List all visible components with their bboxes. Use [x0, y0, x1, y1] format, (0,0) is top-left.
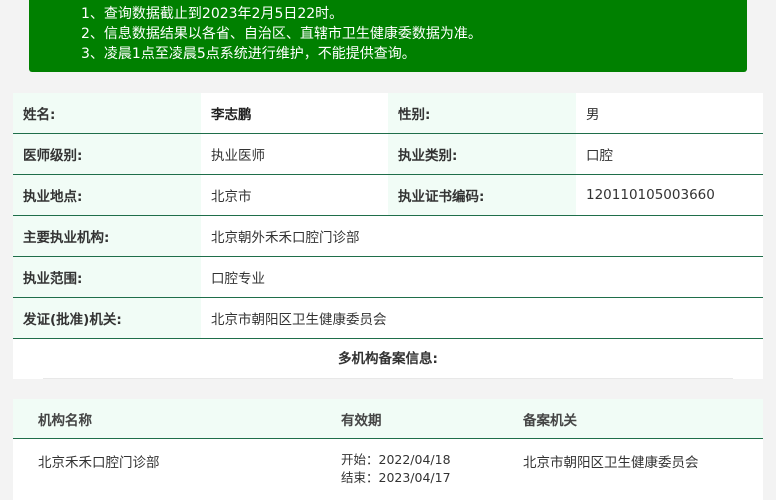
category-label: 执业类别: — [388, 134, 576, 174]
multi-org-table: 机构名称 有效期 备案机关 北京禾禾口腔门诊部 开始：2022/04/18 结束… — [13, 399, 763, 500]
org-label: 主要执业机构: — [13, 216, 201, 256]
scope-label: 执业范围: — [13, 257, 201, 297]
header-org-name: 机构名称 — [38, 412, 92, 429]
doctor-info-table: 姓名: 李志鹏 性别: 男 医师级别: 执业医师 执业类别: 口腔 执业地点: … — [13, 93, 763, 339]
name-label: 姓名: — [13, 93, 201, 133]
level-label: 医师级别: — [13, 134, 201, 174]
info-row-level: 医师级别: 执业医师 执业类别: 口腔 — [13, 134, 763, 175]
section-divider — [43, 378, 733, 379]
info-row-name: 姓名: 李志鹏 性别: 男 — [13, 93, 763, 134]
gender-label: 性别: — [388, 93, 576, 133]
level-value: 执业医师 — [201, 134, 388, 174]
row-org-name: 北京禾禾口腔门诊部 — [38, 455, 160, 471]
cert-label: 执业证书编码: — [388, 175, 576, 215]
notice-line-2: 2、信息数据结果以各省、自治区、直辖市卫生健康委数据为准。 — [81, 26, 482, 42]
row-validity-end: 结束：2023/04/17 — [341, 470, 451, 485]
authority-value: 北京市朝阳区卫生健康委员会 — [201, 298, 763, 338]
table-row: 北京禾禾口腔门诊部 开始：2022/04/18 结束：2023/04/17 北京… — [13, 439, 763, 499]
cert-value: 120110105003660 — [576, 175, 763, 215]
multi-org-section-title: 多机构备案信息: — [13, 339, 763, 379]
row-authority: 北京市朝阳区卫生健康委员会 — [523, 455, 699, 471]
gender-value: 男 — [576, 93, 763, 133]
info-row-org: 主要执业机构: 北京朝外禾禾口腔门诊部 — [13, 216, 763, 257]
info-row-scope: 执业范围: 口腔专业 — [13, 257, 763, 298]
location-value: 北京市 — [201, 175, 388, 215]
header-authority: 备案机关 — [523, 412, 577, 429]
name-value: 李志鹏 — [201, 93, 388, 133]
org-value: 北京朝外禾禾口腔门诊部 — [201, 216, 763, 256]
header-validity: 有效期 — [341, 412, 382, 429]
multi-org-title-text: 多机构备案信息: — [338, 351, 438, 367]
row-validity-start: 开始：2022/04/18 — [341, 452, 451, 467]
location-label: 执业地点: — [13, 175, 201, 215]
notice-line-1: 1、查询数据截止到2023年2月5日22时。 — [81, 6, 344, 22]
row-validity: 开始：2022/04/18 结束：2023/04/17 — [341, 439, 523, 499]
notice-line-3: 3、凌晨1点至凌晨5点系统进行维护，不能提供查询。 — [81, 46, 416, 62]
authority-label: 发证(批准)机关: — [13, 298, 201, 338]
category-value: 口腔 — [576, 134, 763, 174]
info-row-authority: 发证(批准)机关: 北京市朝阳区卫生健康委员会 — [13, 298, 763, 339]
notice-banner: 1、查询数据截止到2023年2月5日22时。 2、信息数据结果以各省、自治区、直… — [29, 0, 747, 72]
info-row-location: 执业地点: 北京市 执业证书编码: 120110105003660 — [13, 175, 763, 216]
scope-value: 口腔专业 — [201, 257, 763, 297]
multi-org-table-header: 机构名称 有效期 备案机关 — [13, 399, 763, 439]
